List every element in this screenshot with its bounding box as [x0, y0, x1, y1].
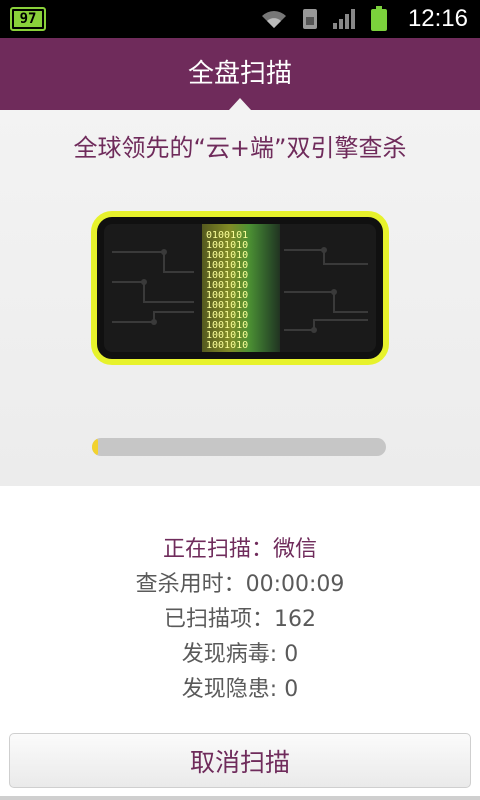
- clock: 12:16: [407, 5, 468, 32]
- scan-hero: 全球领先的“云+端”双引擎查杀 0100101 1001010 1001010 …: [0, 110, 480, 486]
- signal-icon: [332, 9, 355, 29]
- wifi-icon: [261, 11, 286, 28]
- cancel-scan-label: 取消扫描: [189, 747, 290, 777]
- notification-badge: 97: [10, 7, 46, 31]
- scan-progress-fill: [92, 438, 98, 456]
- elapsed-time: 查杀用时：00:00:09: [135, 572, 345, 597]
- scan-progress-bar: [92, 438, 386, 456]
- status-bar: 97 12:16: [0, 0, 480, 38]
- binary-row: 1001010: [206, 340, 248, 351]
- phone-scan-icon: 0100101100101010010101001010100101010010…: [91, 211, 389, 365]
- battery-icon: [370, 6, 387, 31]
- cancel-scan-button[interactable]: 取消扫描: [9, 733, 471, 788]
- header-caret-icon: [229, 98, 251, 110]
- scanner-illustration: 0100101 1001010 1001010 1001010 1001010 10010…: [84, 202, 396, 374]
- badge-number: 97: [14, 11, 42, 27]
- scanned-count: 已扫描项：162: [164, 607, 316, 632]
- slogan: 全球领先的“云+端”双引擎查杀: [73, 134, 407, 162]
- risk-count: 发现隐患: 0: [181, 677, 299, 702]
- status-icons: 12:16: [260, 0, 480, 38]
- sim-icon: [302, 9, 317, 29]
- scan-stats: 正在扫描：微信 查杀用时：00:00:09 已扫描项：162 发现病毒: 0 发…: [0, 536, 480, 711]
- virus-count: 发现病毒: 0: [181, 642, 299, 667]
- current-item: 正在扫描：微信: [162, 537, 317, 562]
- bottom-divider: [0, 796, 480, 800]
